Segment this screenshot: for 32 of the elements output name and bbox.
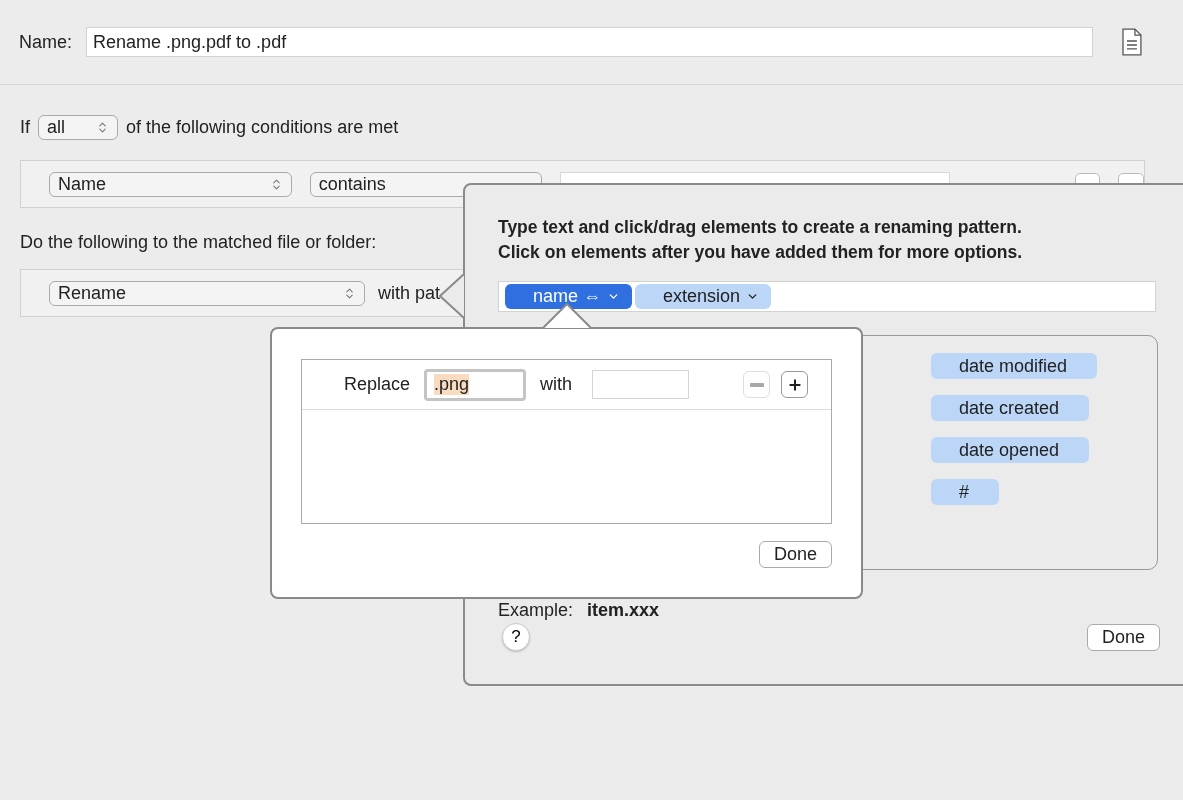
if-label: If [20, 117, 30, 138]
actions-label: Do the following to the matched file or folder: [20, 232, 377, 253]
minus-icon [749, 382, 764, 387]
instruction-text: Click on elements after you have added them for more options. [498, 241, 1024, 264]
document-icon[interactable] [1121, 28, 1143, 56]
with-pattern-label: with pat [378, 282, 441, 304]
find-field[interactable]: .png [424, 368, 527, 401]
conditions-label: of the following conditions are met [126, 117, 399, 138]
element-chip[interactable]: date created [931, 395, 1090, 421]
example-value: item.xxx [587, 600, 660, 621]
updown-icon [343, 286, 356, 300]
replace-field[interactable] [592, 370, 690, 399]
example-label: Example: [498, 600, 574, 621]
done-button[interactable]: Done [758, 541, 832, 568]
match-dropdown[interactable]: all [38, 115, 118, 140]
name-field[interactable]: Rename .png.pdf to .pdf [86, 27, 1094, 57]
element-chip[interactable]: date modified [931, 353, 1098, 379]
element-chip[interactable]: date opened [931, 437, 1090, 463]
add-button[interactable] [781, 371, 809, 398]
action-dropdown[interactable]: Rename [49, 280, 365, 306]
done-button[interactable]: Done [1086, 623, 1160, 651]
updown-icon [96, 121, 109, 134]
help-button[interactable]: ? [502, 623, 530, 651]
attribute-dropdown[interactable]: Name [49, 171, 292, 197]
pattern-token[interactable]: extension [635, 284, 772, 309]
element-chip[interactable]: # [931, 479, 999, 505]
plus-icon [786, 376, 803, 393]
pattern-token[interactable]: name ⇔ [505, 284, 633, 309]
name-label: Name: [19, 31, 72, 53]
with-label: with [540, 374, 573, 395]
replace-label: Replace [344, 374, 411, 395]
instruction-text: Type text and click/drag elements to create a renaming pattern. [498, 216, 1023, 239]
